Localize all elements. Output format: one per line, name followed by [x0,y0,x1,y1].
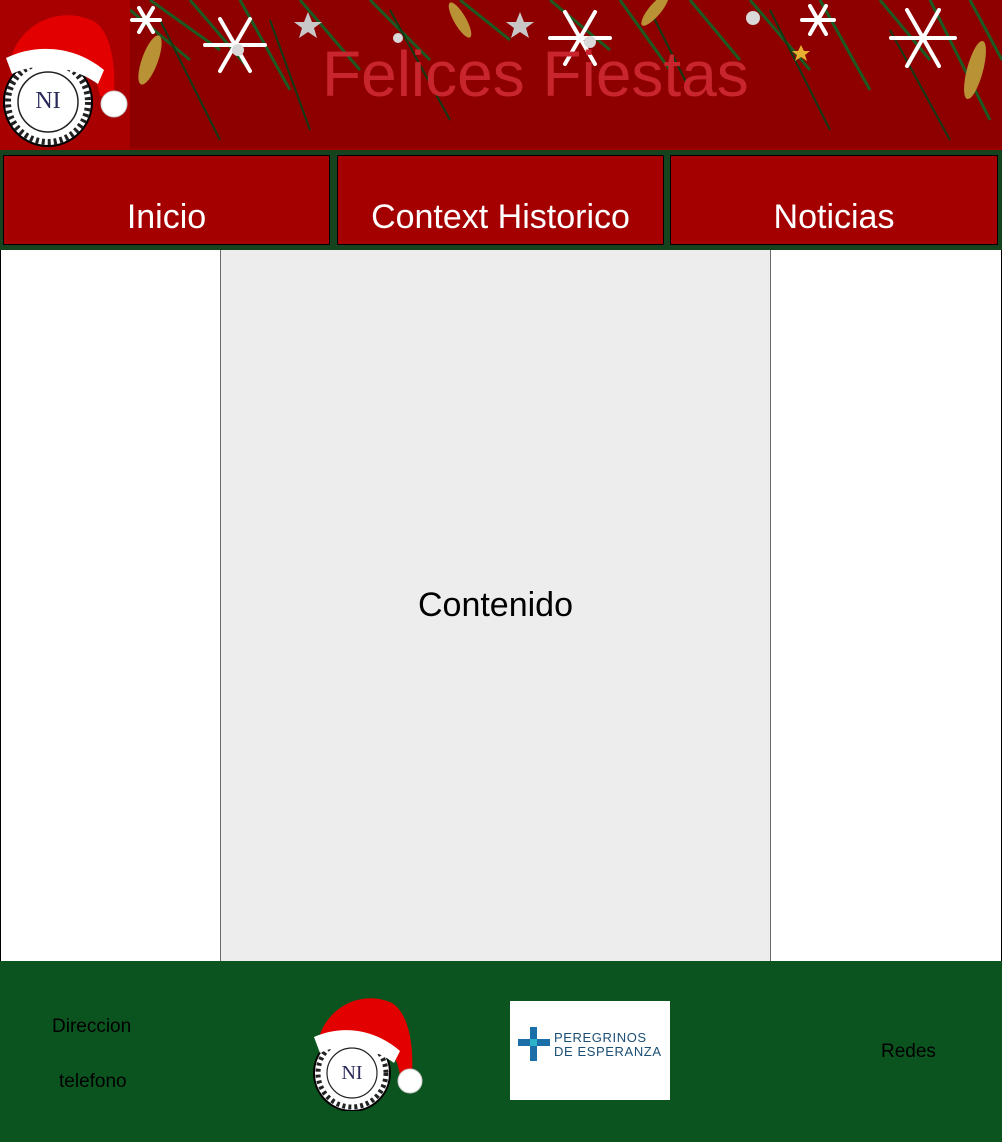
partner-line-1: PEREGRINOS [554,1030,647,1045]
partner-line-2: DE ESPERANZA [554,1044,662,1059]
partner-logo[interactable]: PEREGRINOS DE ESPERANZA [510,1001,670,1100]
nav-item-context-historico[interactable]: Context Historico [337,155,664,245]
phone-label: telefono [59,1071,127,1092]
page-title: Felices Fiestas [322,38,749,110]
left-sidebar [0,250,220,961]
nav-item-noticias[interactable]: Noticias [670,155,998,245]
social-label: Redes [881,1041,936,1062]
content-panel: Contenido [220,250,771,961]
footer-crest-icon: NI [313,998,423,1111]
svg-text:NI: NI [35,88,60,114]
main-nav: Inicio Context Historico Noticias [0,150,1002,250]
footer: Direccion telefono NI PEREGRINOS DE ESPE… [0,961,1002,1142]
svg-text:NI: NI [341,1062,362,1084]
crest-santa-hat-icon: NI [3,15,128,147]
content-label: Contenido [417,586,573,624]
right-sidebar [771,250,1002,961]
header: NI Felices Fiestas [0,0,1002,150]
main-area: Contenido [0,250,1002,961]
site-logo[interactable]: NI [0,0,130,150]
cross-icon [518,1027,550,1061]
nav-item-inicio[interactable]: Inicio [3,155,330,245]
address-label: Direccion [52,1016,132,1037]
